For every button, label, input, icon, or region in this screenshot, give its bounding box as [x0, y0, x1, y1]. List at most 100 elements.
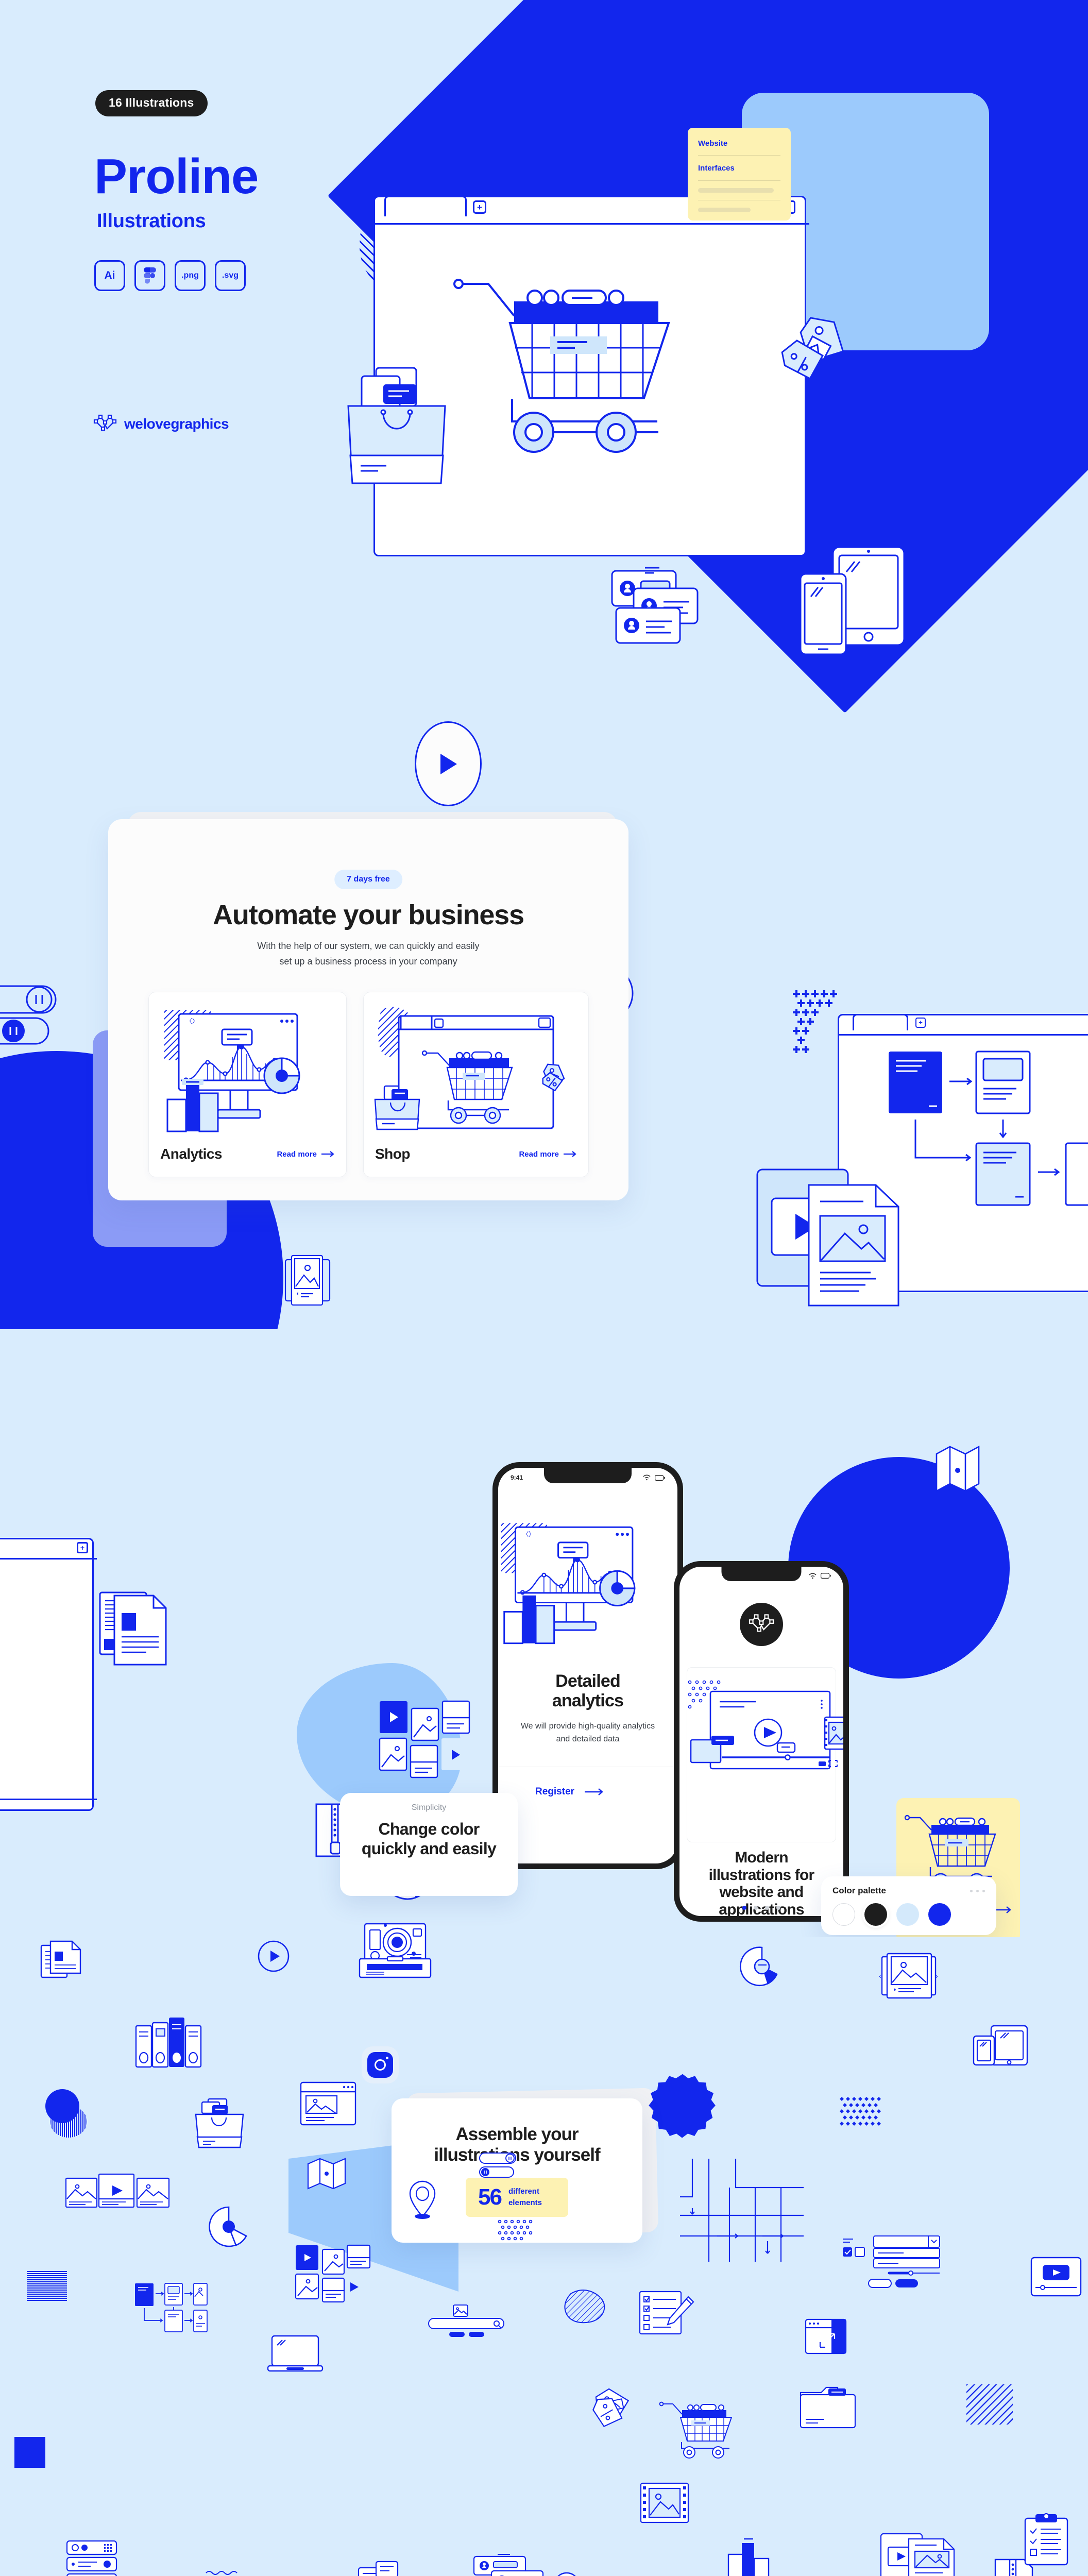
format-badge-ai[interactable]: Ai: [94, 260, 125, 291]
phone-mockup-illustrations: Modern illustrations for website and app…: [674, 1561, 849, 1922]
dotted-circle-pattern-icon: [498, 2219, 533, 2241]
scalloped-badge-icon: [649, 2074, 716, 2138]
format-badge-png[interactable]: .png: [175, 260, 206, 291]
assemble-section: Assemble your illustrations yourself 56 …: [0, 1906, 1088, 2576]
browser-image-icon: [300, 2081, 356, 2126]
feature-title: Shop: [375, 1146, 411, 1162]
image-document-icon: [808, 1184, 899, 1307]
wifi-icon: [809, 1573, 817, 1579]
map-icon: [936, 1445, 980, 1493]
add-tab-icon[interactable]: +: [473, 200, 486, 214]
diagonal-hatch-icon: [966, 2384, 1013, 2425]
contact-card-icon: [611, 567, 699, 644]
image-carousel-icon: ‹ ›: [879, 1953, 938, 1999]
play-circle-icon[interactable]: [258, 1940, 290, 1972]
hatched-blob-icon: [564, 2290, 605, 2324]
welovegraphics-logo-icon: [93, 414, 117, 431]
sticky-note: Website Interfaces: [688, 128, 791, 221]
feature-card-shop[interactable]: Shop Read more: [363, 992, 589, 1177]
battery-icon: [821, 1573, 831, 1579]
automate-card: 7 days free Automate your business With …: [108, 819, 628, 1200]
laptop-icon: [267, 2335, 324, 2372]
format-badge-svg[interactable]: .svg: [215, 260, 246, 291]
register-cta[interactable]: Register: [535, 1786, 604, 1798]
blue-circle-icon: [45, 2089, 79, 2123]
contact-card-icon: [473, 2554, 544, 2576]
page-layout-icon: [0, 1569, 17, 1791]
wave-pattern-icon: [206, 2571, 237, 2575]
card-heading: Change color quickly and easily: [361, 1820, 497, 1858]
pause-toggle-icon[interactable]: [0, 985, 93, 1057]
svg-text:〈〉: 〈〉: [522, 1531, 535, 1538]
analytics-chart-monitor-icon: 〈〉: [501, 1523, 636, 1645]
play-button-icon[interactable]: [415, 721, 482, 806]
arrow-right-icon: [564, 1151, 576, 1157]
battery-icon: [655, 1475, 665, 1481]
phone-heading: Detailed analytics: [552, 1671, 624, 1711]
image-carousel-icon: [284, 1255, 331, 1306]
phone-icon: [800, 573, 847, 655]
toggle-switches-icon[interactable]: [479, 2153, 517, 2178]
browser-window-icon: +: [0, 1538, 97, 1811]
donut-chart-icon: [740, 1946, 778, 1986]
tablet-phone-icon: [973, 2025, 1028, 2066]
format-badge-figma[interactable]: [134, 260, 165, 291]
document-stack-icon: [99, 1591, 167, 1666]
palette-title: Color palette: [832, 1886, 886, 1895]
app-logo-badge: [740, 1603, 783, 1646]
flow-diagram-icon: [135, 2283, 208, 2332]
mobile-showcase-section: + 9:41 〈〉 Detailed analytics We will pro…: [0, 1329, 1088, 1937]
checklist-pencil-icon: [639, 2291, 694, 2335]
section-heading: Automate your business: [213, 900, 524, 930]
video-player-browser-icon: [688, 1680, 843, 1770]
read-more-label: Read more: [519, 1149, 559, 1159]
binders-icon: [135, 2018, 202, 2068]
server-rack-icon: [66, 2540, 117, 2576]
chat-bubbles-icon: [358, 2561, 399, 2576]
shopping-cart-icon: [659, 2401, 733, 2459]
blue-square-icon: [14, 2437, 45, 2468]
flow-diagram-icon: [889, 1050, 1088, 1206]
clipboard-icon: [1024, 2513, 1068, 2566]
simplicity-card: Simplicity Change color quickly and easi…: [340, 1700, 518, 1896]
arrow-right-icon: [321, 1151, 334, 1157]
magnifier-icon: [557, 2572, 576, 2576]
folder-icon: [800, 2386, 856, 2429]
analytics-chart-monitor-icon: 〈〉: [164, 1010, 300, 1132]
document-media-icon: [880, 2533, 955, 2576]
phone-mockup-analytics: 9:41 〈〉 Detailed analytics We will provi…: [492, 1462, 683, 1869]
striped-square-icon: [27, 2271, 67, 2302]
instagram-icon: [362, 2046, 399, 2083]
note-item-website: Website: [698, 139, 728, 148]
format-label: Ai: [104, 269, 115, 281]
feature-card-analytics[interactable]: 〈〉 Analytics Read more: [148, 992, 347, 1177]
image-trio-icon: [65, 2173, 170, 2208]
page-title: Proline: [94, 149, 259, 204]
youtube-player-icon: [1030, 2257, 1082, 2297]
svg-text:›: ›: [936, 1972, 938, 1980]
register-label: Register: [535, 1786, 575, 1797]
search-bar-icon[interactable]: [428, 2303, 505, 2339]
read-more-link-shop[interactable]: Read more: [519, 1150, 577, 1159]
media-grid-icon: [379, 1700, 470, 1778]
page-subtitle: Illustrations: [97, 210, 206, 232]
brand-name: welovegraphics: [124, 416, 229, 432]
shop-cart-browser-icon: [374, 1007, 565, 1130]
form-controls-icon[interactable]: [842, 2235, 945, 2293]
read-more-link-analytics[interactable]: Read more: [277, 1150, 335, 1159]
media-grid-icon: [295, 2244, 371, 2303]
price-tag-icon: [592, 2388, 630, 2428]
add-tab-icon[interactable]: +: [77, 1542, 88, 1553]
format-badges: Ai .png .svg: [94, 260, 246, 291]
format-label: .svg: [222, 271, 239, 280]
add-tab-icon[interactable]: +: [915, 1018, 926, 1028]
browser-resize-icon: [805, 2318, 847, 2354]
welovegraphics-mark-icon: [749, 1614, 774, 1632]
shopping-bag-icon: [195, 2098, 244, 2148]
read-more-label: Read more: [277, 1149, 317, 1159]
illustration-count-badge: 16 Illustrations: [95, 90, 208, 116]
instant-camera-icon: [359, 1923, 432, 1978]
location-pin-icon: [409, 2180, 436, 2219]
pie-chart-icon: [209, 2206, 247, 2247]
ellipsis-icon[interactable]: [970, 1889, 985, 1892]
